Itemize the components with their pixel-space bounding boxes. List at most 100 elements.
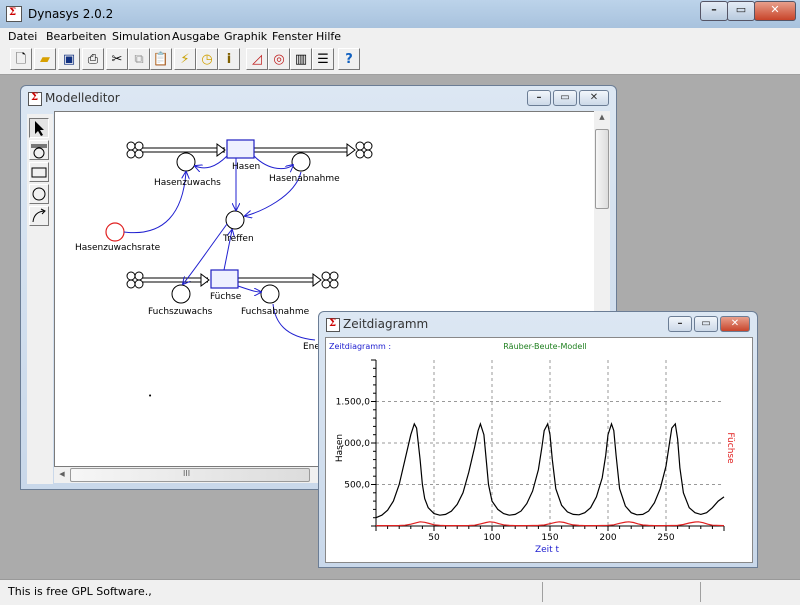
status-bar: This is free GPL Software., (0, 579, 800, 605)
editor-minimize-button[interactable]: – (527, 90, 551, 106)
close-icon: ✕ (730, 318, 740, 329)
label-fuchszuwachs: Fuchszuwachs (148, 307, 213, 317)
toolbar: 🗋 ▰ ▣ ⎙ ✂ ⧉ 📋 ⚡ ◷ i ◿ ◎ ▥ ☰ ? (0, 46, 800, 75)
save-button[interactable]: ▣ (58, 48, 80, 70)
scroll-left-icon[interactable]: ◀ (56, 470, 68, 478)
menu-bar: Datei Bearbeiten Simulation Ausgabe Grap… (0, 28, 800, 47)
fuchsabnahme-valve[interactable] (260, 284, 280, 304)
hasen-source-cloud-icon (126, 141, 144, 159)
list-button[interactable]: ☰ (312, 48, 334, 70)
paste-button[interactable]: 📋 (150, 48, 172, 70)
tool-palette (27, 114, 53, 484)
menu-datei[interactable]: Datei (8, 30, 37, 43)
copy-button[interactable]: ⧉ (128, 48, 150, 70)
label-fuechse: Füchse (210, 292, 242, 302)
maximize-button[interactable]: ▭ (727, 1, 755, 21)
minimize-icon: – (711, 3, 717, 16)
maximize-icon: ▭ (701, 318, 711, 329)
canvas-marker: • (148, 392, 152, 400)
curved-arrow-icon (32, 208, 46, 223)
minimize-button[interactable]: – (700, 1, 728, 21)
select-tool[interactable] (29, 118, 49, 138)
close-button[interactable]: ✕ (754, 1, 796, 21)
table-button[interactable]: ▥ (290, 48, 312, 70)
time-diagram-button[interactable]: ◿ (246, 48, 268, 70)
model-editor-icon: Σ (28, 92, 42, 106)
chart-title: Räuber-Beute-Modell (503, 342, 586, 351)
fuechse-stock[interactable] (210, 269, 239, 289)
menu-fenster[interactable]: Fenster (272, 30, 313, 43)
arrow-cursor-icon (35, 121, 44, 136)
time-chart: Zeitdiagramm : Räuber-Beute-Modell 50 100… (329, 342, 735, 555)
open-button[interactable]: ▰ (34, 48, 56, 70)
info-icon: i (226, 52, 232, 67)
label-hasenzuwachsrate: Hasenzuwachsrate (75, 243, 161, 253)
variable-tool[interactable] (29, 184, 49, 204)
minimize-icon: – (536, 92, 542, 103)
menu-ausgabe[interactable]: Ausgabe (172, 30, 220, 43)
phase-diagram-icon: ◎ (273, 52, 285, 67)
label-hasen: Hasen (232, 162, 261, 172)
status-separator (700, 582, 701, 602)
y-tick-label: 500,0 (344, 481, 370, 491)
fuchszuwachs-valve[interactable] (171, 284, 191, 304)
menu-hilfe[interactable]: Hilfe (316, 30, 341, 43)
diagram-close-button[interactable]: ✕ (720, 316, 750, 332)
menu-simulation[interactable]: Simulation (112, 30, 171, 43)
stock-tool[interactable] (29, 162, 49, 182)
new-file-icon: 🗋 (15, 52, 27, 67)
editor-close-button[interactable]: ✕ (579, 90, 609, 106)
y-axis-label: Hasen (335, 434, 345, 462)
editor-maximize-button[interactable]: ▭ (553, 90, 577, 106)
diagram-maximize-button[interactable]: ▭ (694, 316, 718, 332)
close-icon: ✕ (589, 92, 599, 103)
help-icon: ? (345, 52, 353, 67)
status-text: This is free GPL Software., (8, 585, 152, 598)
treffen-variable[interactable] (225, 210, 245, 230)
cut-button[interactable]: ✂ (106, 48, 128, 70)
x-tick-label: 250 (657, 533, 674, 543)
y-tick-label: 1.500,0 (336, 398, 371, 408)
x-tick-label: 200 (599, 533, 616, 543)
help-button[interactable]: ? (338, 48, 360, 70)
connector-tool[interactable] (29, 206, 49, 226)
menu-bearbeiten[interactable]: Bearbeiten (46, 30, 106, 43)
phase-diagram-button[interactable]: ◎ (268, 48, 290, 70)
list-icon: ☰ (317, 52, 329, 67)
time-diagram-window-icon: Σ (326, 318, 340, 332)
label-hasenabnahme: Hasenabnahme (269, 174, 340, 184)
run-button[interactable]: ⚡ (174, 48, 196, 70)
menu-graphik[interactable]: Graphik (224, 30, 267, 43)
flow-valve-icon (31, 144, 47, 159)
horizontal-scroll-thumb[interactable]: III (70, 468, 310, 482)
table-icon: ▥ (294, 52, 308, 67)
info-button[interactable]: i (218, 48, 240, 70)
vertical-scroll-thumb[interactable] (595, 129, 609, 209)
hasenabnahme-valve[interactable] (291, 152, 311, 172)
hasenzuwachs-valve[interactable] (176, 152, 196, 172)
diagram-header-left: Zeitdiagramm : (329, 342, 391, 351)
close-icon: ✕ (770, 3, 780, 16)
time-diagram-window: Σ Zeitdiagramm – ▭ ✕ Zeitdiagramm : Räub… (318, 311, 758, 568)
title-bar[interactable]: Σ Dynasys 2.0.2 – ▭ ✕ (0, 0, 800, 28)
hasen-stock[interactable] (226, 139, 255, 159)
fuechse-source-cloud-icon (126, 271, 144, 289)
label-treffen: Treffen (223, 234, 254, 244)
diagram-minimize-button[interactable]: – (668, 316, 692, 332)
hasenzuwachsrate-variable[interactable] (105, 222, 125, 242)
clock-button[interactable]: ◷ (196, 48, 218, 70)
dynasys-window: Σ Dynasys 2.0.2 – ▭ ✕ Datei Bearbeiten S… (0, 0, 800, 605)
label-hasenzuwachs: Hasenzuwachs (154, 178, 221, 188)
scroll-up-icon[interactable]: ▲ (594, 113, 610, 121)
print-button[interactable]: ⎙ (82, 48, 104, 70)
y-tick-label: ,000,0 (341, 439, 370, 449)
time-diagram-canvas[interactable]: Zeitdiagramm : Räuber-Beute-Modell 50 100… (325, 337, 753, 563)
app-icon: Σ (6, 6, 22, 22)
flow-tool[interactable] (29, 140, 49, 160)
circle-icon (32, 187, 46, 201)
copy-icon: ⧉ (134, 52, 144, 67)
maximize-icon: ▭ (735, 3, 747, 16)
save-icon: ▣ (62, 52, 76, 67)
new-file-button[interactable]: 🗋 (10, 48, 32, 70)
minimize-icon: – (677, 318, 683, 329)
